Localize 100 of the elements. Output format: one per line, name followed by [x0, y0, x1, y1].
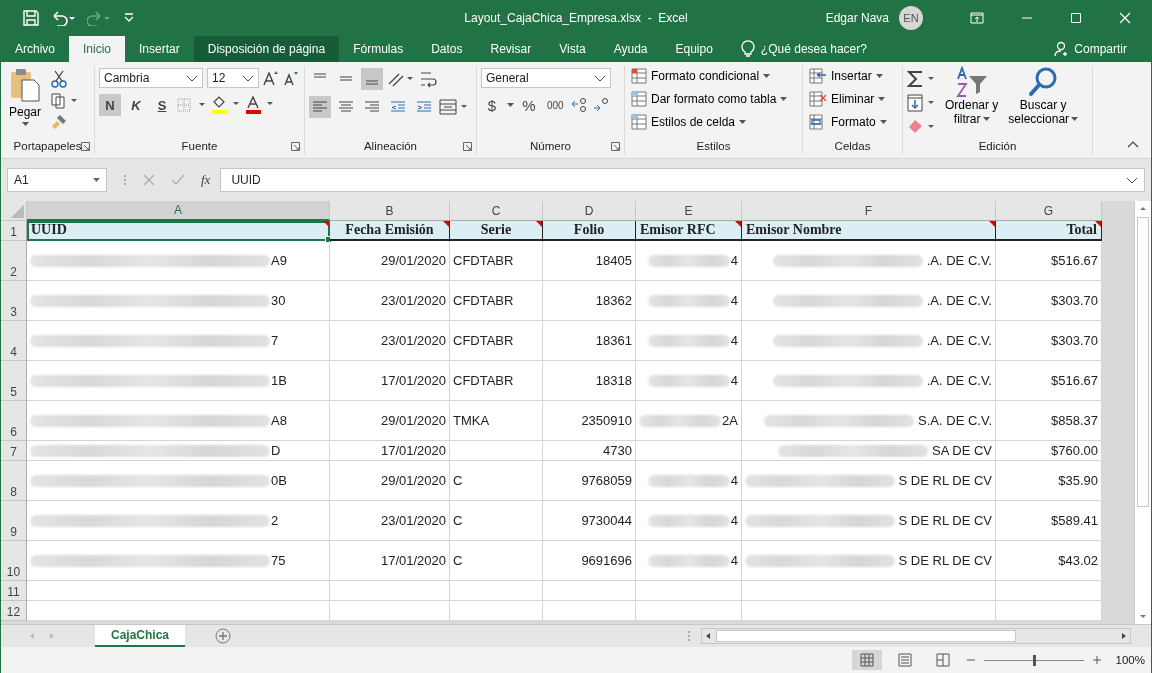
ribbon-tab[interactable]: Revisar [476, 36, 546, 62]
user-avatar[interactable]: EN [899, 6, 923, 30]
empty-cell[interactable] [330, 581, 450, 601]
dialog-launcher-icon[interactable] [291, 141, 300, 151]
currency-button[interactable]: $ [481, 94, 503, 116]
decrease-decimal-icon[interactable] [592, 96, 611, 114]
ribbon-display-icon[interactable] [970, 12, 984, 24]
empty-cell[interactable] [450, 581, 543, 601]
cells-menu-button[interactable]: Formato [809, 112, 898, 132]
normal-view-icon[interactable] [851, 650, 882, 670]
ribbon-tab[interactable]: Equipo [661, 36, 727, 62]
styles-menu-button[interactable]: Estilos de celda [631, 112, 798, 132]
vertical-scrollbar-thumb[interactable] [1137, 217, 1149, 507]
header-cell[interactable]: Serie [450, 221, 543, 241]
row-number[interactable]: 4 [10, 345, 17, 359]
ribbon-tab[interactable]: Vista [545, 36, 600, 62]
align-left-icon[interactable] [309, 96, 331, 118]
eraser-icon[interactable] [907, 118, 937, 136]
insert-function-button[interactable]: fx [201, 172, 211, 188]
font-name-dropdown[interactable]: Cambria [99, 68, 203, 88]
styles-menu-button[interactable]: Formato condicional [631, 66, 798, 86]
header-cell[interactable]: Folio [543, 221, 636, 241]
dialog-launcher-icon[interactable] [81, 141, 90, 151]
paste-button[interactable]: Pegar [5, 66, 46, 138]
scissors-icon[interactable] [51, 70, 68, 88]
header-cell[interactable]: Total [996, 221, 1102, 241]
header-cell[interactable]: UUID [27, 221, 330, 241]
redo-icon[interactable] [87, 10, 111, 26]
autosum-icon[interactable] [907, 70, 937, 88]
row-number[interactable]: 2 [10, 265, 17, 279]
row-number[interactable]: 1 [10, 225, 17, 239]
column-header[interactable]: E [636, 201, 742, 221]
add-sheet-icon[interactable] [215, 628, 232, 644]
customize-icon[interactable] [123, 12, 135, 24]
empty-cell[interactable] [636, 441, 742, 461]
zoom-in-icon[interactable] [1091, 655, 1102, 665]
sheet-tab[interactable]: CajaChica [95, 625, 186, 647]
cancel-icon[interactable] [143, 174, 155, 186]
sort-filter-button[interactable]: Ordenar y filtrar [943, 66, 1001, 138]
header-cell[interactable]: Fecha Emisión [330, 221, 450, 241]
user-name[interactable]: Edgar Nava [825, 11, 889, 25]
maximize-icon[interactable] [1070, 12, 1082, 24]
ribbon-tab[interactable]: Archivo [1, 36, 69, 62]
header-cell[interactable]: Emisor RFC [636, 221, 742, 241]
save-icon[interactable] [23, 10, 39, 26]
number-format-dropdown[interactable]: General [481, 68, 611, 88]
close-icon[interactable] [1119, 12, 1131, 24]
row-number[interactable]: 7 [10, 445, 17, 459]
column-header[interactable]: C [450, 201, 543, 221]
row-number[interactable]: 9 [10, 525, 17, 539]
select-all-icon[interactable] [1, 201, 27, 221]
row-number[interactable]: 6 [10, 425, 17, 439]
empty-cell[interactable] [450, 601, 543, 621]
ribbon-tab[interactable]: Inicio [69, 36, 126, 62]
row-number[interactable]: 3 [10, 305, 17, 319]
dialog-launcher-icon[interactable] [611, 141, 620, 151]
cells-menu-button[interactable]: Eliminar [809, 89, 898, 109]
dialog-launcher-icon[interactable] [463, 141, 472, 151]
undo-icon[interactable] [51, 10, 75, 26]
collapse-ribbon-icon[interactable] [1127, 140, 1139, 148]
tell-me-field[interactable]: ¿Qué desea hacer? [760, 42, 867, 56]
caret-icon[interactable] [507, 103, 514, 107]
increase-font-icon[interactable] [263, 70, 279, 86]
share-button[interactable]: Compartir [1044, 36, 1151, 62]
empty-cell[interactable] [996, 581, 1102, 601]
find-select-button[interactable]: Buscar y seleccionar [1006, 66, 1081, 138]
empty-cell[interactable] [543, 601, 636, 621]
percent-button[interactable]: % [518, 94, 540, 116]
decrease-font-icon[interactable] [283, 70, 299, 86]
empty-cell[interactable] [636, 581, 742, 601]
format-painter-icon[interactable] [51, 114, 68, 130]
merge-cells-icon[interactable] [439, 98, 469, 116]
ribbon-tab[interactable]: Ayuda [599, 36, 662, 62]
fill-color-icon[interactable] [211, 96, 241, 114]
row-number[interactable]: 5 [10, 385, 17, 399]
lightbulb-icon[interactable] [740, 40, 755, 58]
header-cell[interactable]: Emisor Nombre [742, 221, 996, 241]
wrap-text-icon[interactable] [419, 69, 437, 89]
splitter-icon[interactable] [687, 630, 691, 642]
empty-cell[interactable] [996, 601, 1102, 621]
horizontal-scrollbar-thumb[interactable] [716, 630, 1016, 642]
ribbon-tab[interactable]: Disposición de página [193, 36, 340, 62]
copy-icon[interactable] [51, 93, 78, 109]
italic-button[interactable]: K [125, 94, 147, 116]
row-number[interactable]: 8 [10, 485, 17, 499]
drag-handle-icon[interactable] [123, 173, 127, 187]
column-header[interactable]: B [330, 201, 450, 221]
underline-button[interactable]: S [151, 94, 173, 116]
empty-cell[interactable] [742, 601, 996, 621]
name-box[interactable]: A1 [7, 168, 107, 192]
zoom-level[interactable]: 100% [1115, 654, 1145, 666]
empty-cell[interactable] [742, 581, 996, 601]
ribbon-tab[interactable]: Insertar [125, 36, 194, 62]
thousands-button[interactable]: 000 [544, 94, 567, 116]
font-color-icon[interactable] [245, 96, 275, 114]
empty-cell[interactable] [330, 601, 450, 621]
empty-cell[interactable] [450, 441, 543, 461]
column-header[interactable]: D [543, 201, 636, 221]
column-header[interactable]: A [27, 201, 330, 221]
font-size-dropdown[interactable]: 12 [207, 68, 259, 88]
